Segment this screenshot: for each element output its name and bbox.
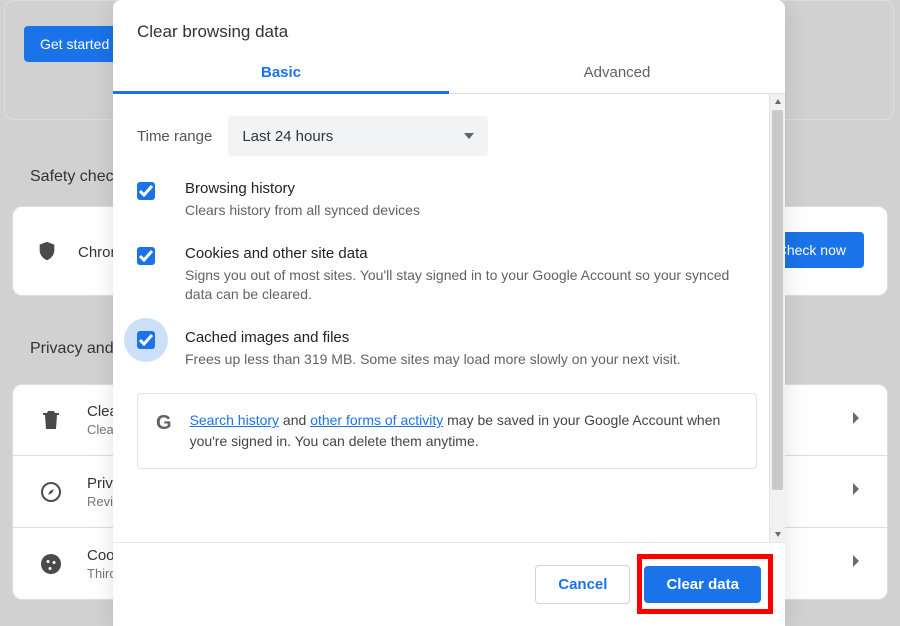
chevron-right-icon xyxy=(851,482,861,501)
safety-check-heading: Safety check xyxy=(30,168,122,186)
option-title: Browsing history xyxy=(185,180,757,197)
vertical-scrollbar[interactable] xyxy=(769,94,785,542)
clear-browsing-data-dialog: Clear browsing data Basic Advanced Time … xyxy=(113,0,785,626)
option-browsing-history: Browsing history Clears history from all… xyxy=(137,180,757,221)
info-text: Search history and other forms of activi… xyxy=(190,410,738,452)
option-sub: Frees up less than 319 MB. Some sites ma… xyxy=(185,350,757,370)
option-title: Cached images and files xyxy=(185,329,757,346)
info-mid: and xyxy=(279,412,310,428)
option-sub: Clears history from all synced devices xyxy=(185,201,757,221)
cancel-button[interactable]: Cancel xyxy=(535,565,630,604)
checkbox-cookies[interactable] xyxy=(137,247,155,265)
cookie-icon xyxy=(39,552,63,576)
google-g-icon: G xyxy=(156,412,172,435)
time-range-value: Last 24 hours xyxy=(242,128,333,145)
tab-basic[interactable]: Basic xyxy=(113,52,449,93)
dialog-scroll-area: Time range Last 24 hours Browsing histor… xyxy=(113,94,785,542)
shield-icon xyxy=(36,240,58,267)
option-cookies: Cookies and other site data Signs you ou… xyxy=(137,245,757,305)
option-sub: Signs you out of most sites. You'll stay… xyxy=(185,266,757,305)
time-range-label: Time range xyxy=(137,128,212,145)
dialog-title: Clear browsing data xyxy=(113,0,785,52)
chevron-right-icon xyxy=(851,554,861,573)
google-account-info-card: G Search history and other forms of acti… xyxy=(137,393,757,469)
dialog-tabs: Basic Advanced xyxy=(113,52,785,94)
dialog-footer: Cancel Clear data xyxy=(113,542,785,626)
tab-advanced[interactable]: Advanced xyxy=(449,52,785,93)
compass-icon xyxy=(39,480,63,504)
clear-data-button[interactable]: Clear data xyxy=(644,566,761,603)
option-title: Cookies and other site data xyxy=(185,245,757,262)
scrollbar-track[interactable] xyxy=(770,110,785,526)
option-cached: Cached images and files Frees up less th… xyxy=(137,329,757,370)
checkbox-cached[interactable] xyxy=(137,331,155,349)
link-search-history[interactable]: Search history xyxy=(190,412,279,428)
trash-icon xyxy=(39,408,63,432)
scroll-up-button[interactable] xyxy=(770,94,785,110)
link-other-activity[interactable]: other forms of activity xyxy=(310,412,443,428)
get-started-button[interactable]: Get started xyxy=(24,26,125,62)
scrollbar-thumb[interactable] xyxy=(772,110,783,490)
checkbox-browsing-history[interactable] xyxy=(137,182,155,200)
chevron-down-icon xyxy=(464,133,474,139)
chevron-right-icon xyxy=(851,411,861,430)
scroll-down-button[interactable] xyxy=(770,526,785,542)
time-range-select[interactable]: Last 24 hours xyxy=(228,116,488,156)
